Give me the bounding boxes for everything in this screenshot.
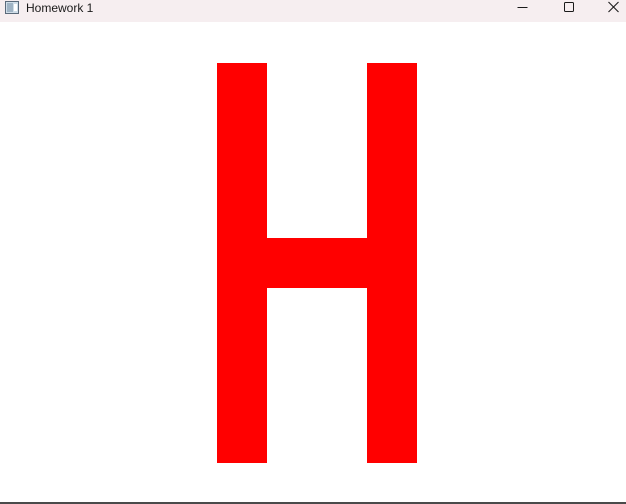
app-icon[interactable] [5, 1, 19, 14]
window-title: Homework 1 [26, 1, 94, 15]
h-right-bar [367, 63, 417, 463]
title-bar[interactable]: Homework 1 [0, 0, 626, 22]
minimize-button[interactable] [500, 0, 546, 22]
close-button[interactable] [591, 0, 626, 22]
h-crossbar [267, 238, 367, 288]
maximize-icon [564, 2, 574, 12]
app-window: Homework 1 [0, 0, 626, 504]
minimize-icon [517, 7, 528, 8]
close-icon [608, 1, 619, 13]
drawing-canvas [0, 22, 626, 502]
h-left-bar [217, 63, 267, 463]
maximize-button[interactable] [546, 0, 592, 22]
